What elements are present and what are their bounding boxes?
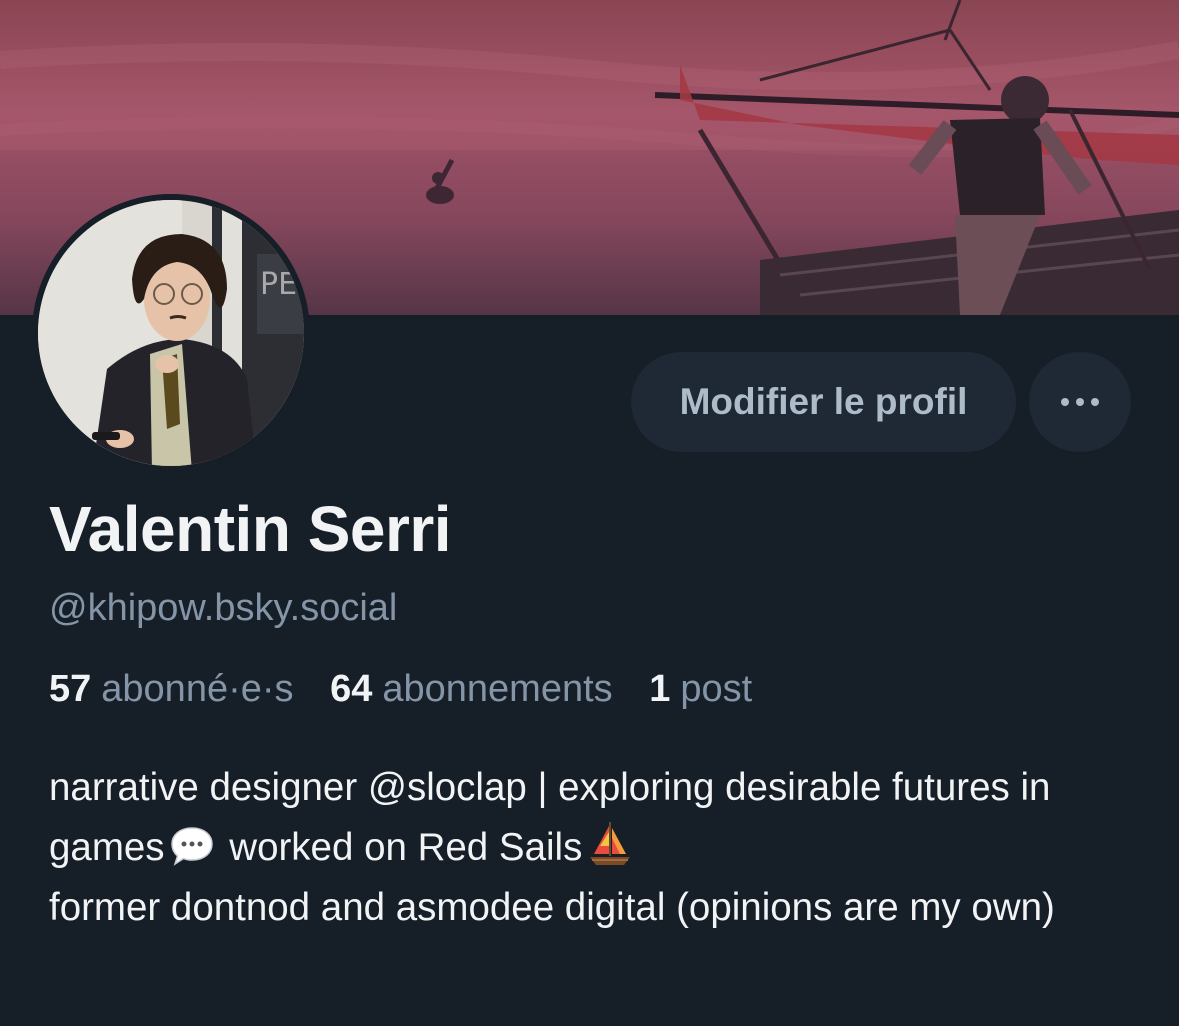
profile-page: PE Modifier le profil Valentin Serri @kh… <box>0 0 1179 1026</box>
posts-stat: 1 post <box>649 668 752 710</box>
posts-count: 1 <box>649 668 671 710</box>
followers-label: abonné·e·s <box>101 668 294 710</box>
bio-text-2: worked on Red Sails <box>229 826 583 869</box>
profile-stats: 57 abonné·e·s 64 abonnements 1 post <box>49 668 778 711</box>
handle: @khipow.bsky.social <box>49 587 398 629</box>
sailboat-icon <box>590 822 631 865</box>
following-stat[interactable]: 64 abonnements <box>330 668 613 710</box>
edit-profile-button[interactable]: Modifier le profil <box>631 352 1016 452</box>
speech-bubble-icon <box>170 827 213 866</box>
profile-bio: narrative designer @sloclap | exploring … <box>49 758 1149 938</box>
following-count: 64 <box>330 668 373 710</box>
following-label: abonnements <box>382 668 613 710</box>
bio-text-3: former dontnod and asmodee digital (opin… <box>49 886 1055 929</box>
more-options-button[interactable] <box>1029 352 1131 452</box>
posts-label: post <box>680 668 753 710</box>
ellipsis-icon <box>1061 398 1099 406</box>
avatar[interactable]: PE <box>32 194 310 472</box>
followers-count: 57 <box>49 668 92 710</box>
display-name: Valentin Serri <box>49 493 452 565</box>
followers-stat[interactable]: 57 abonné·e·s <box>49 668 294 710</box>
